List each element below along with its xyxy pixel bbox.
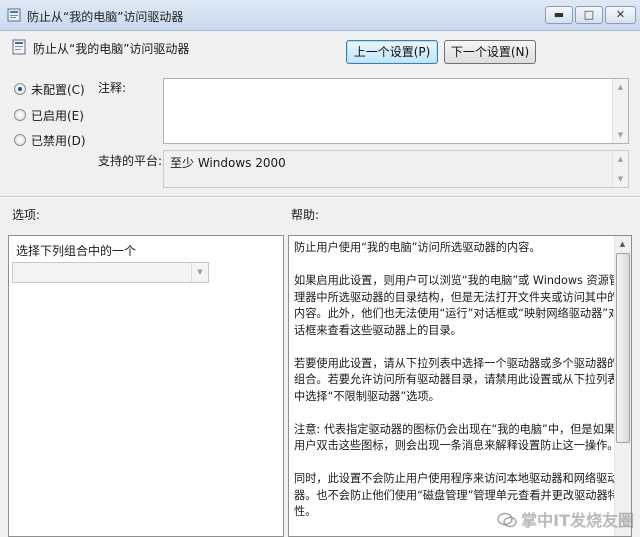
radio-button[interactable] <box>14 134 26 146</box>
radio-enabled[interactable]: 已启用(E) <box>14 107 94 123</box>
help-paragraph: 注意: 代表指定驱动器的图标仍会出现在“我的电脑”中，但是如果用户双击这些图标，… <box>294 422 619 453</box>
radio-not-configured[interactable]: 未配置(C) <box>14 81 94 97</box>
title-bar: 防止从“我的电脑”访问驱动器 ▬ □ ✕ <box>0 0 640 31</box>
close-button[interactable]: ✕ <box>605 6 636 24</box>
radio-label: 已禁用(D) <box>31 134 86 148</box>
help-text: 防止用户使用“我的电脑”访问所选驱动器的内容。 如果启用此设置，则用户可以浏览“… <box>294 240 620 536</box>
chevron-down-icon[interactable]: ▼ <box>191 263 208 282</box>
help-label: 帮助: <box>291 208 320 222</box>
close-icon: ✕ <box>615 8 626 21</box>
maximize-button[interactable]: □ <box>575 6 603 24</box>
maximize-icon: □ <box>583 8 595 21</box>
comment-scrollbar[interactable]: ▲ ▼ <box>612 79 628 143</box>
help-paragraph: 若要使用此设置，请从下拉列表中选择一个驱动器或多个驱动器的组合。若要允许访问所有… <box>294 356 619 403</box>
comment-label: 注释: <box>98 81 127 95</box>
drive-combo-select[interactable]: ▼ <box>12 262 209 283</box>
scroll-thumb[interactable] <box>616 253 630 443</box>
options-label: 选项: <box>12 208 41 222</box>
radio-button[interactable] <box>14 83 26 95</box>
window-title: 防止从“我的电脑”访问驱动器 <box>27 10 184 24</box>
radio-disabled[interactable]: 已禁用(D) <box>14 132 94 148</box>
scroll-up-icon[interactable]: ▲ <box>615 236 630 252</box>
help-paragraph: 如果启用此设置，则用户可以浏览“我的电脑”或 Windows 资源管理器中所选驱… <box>294 274 620 337</box>
minimize-icon: ▬ <box>553 8 565 21</box>
options-panel: 选择下列组合中的一个 ▼ <box>8 235 284 537</box>
scroll-up-icon[interactable]: ▲ <box>613 79 628 95</box>
comment-textarea[interactable]: ▲ ▼ <box>163 78 629 144</box>
help-panel: 防止用户使用“我的电脑”访问所选驱动器的内容。 如果启用此设置，则用户可以浏览“… <box>288 235 632 537</box>
previous-setting-button[interactable]: 上一个设置(P) <box>346 40 438 64</box>
policy-setting-icon <box>12 39 26 55</box>
watermark: 掌中IT发烧友圈 <box>497 507 634 531</box>
next-setting-button[interactable]: 下一个设置(N) <box>444 40 536 64</box>
platform-scrollbar[interactable]: ▲ ▼ <box>612 151 628 187</box>
scroll-down-icon[interactable]: ▼ <box>613 171 628 187</box>
radio-label: 已启用(E) <box>31 109 84 123</box>
setting-name: 防止从“我的电脑”访问驱动器 <box>33 42 190 56</box>
watermark-text: 掌中IT发烧友圈 <box>521 511 634 530</box>
platform-value: 至少 Windows 2000 <box>170 156 286 170</box>
help-scrollbar[interactable]: ▲ <box>614 236 631 536</box>
scroll-down-icon[interactable]: ▼ <box>613 127 628 143</box>
scroll-up-icon[interactable]: ▲ <box>613 151 628 167</box>
minimize-button[interactable]: ▬ <box>545 6 573 24</box>
wechat-icon <box>497 512 517 528</box>
policy-icon <box>7 8 21 22</box>
radio-label: 未配置(C) <box>31 83 85 97</box>
platform-label: 支持的平台: <box>98 154 163 168</box>
options-caption: 选择下列组合中的一个 <box>16 244 137 258</box>
platform-field: 至少 Windows 2000 ▲ ▼ <box>163 150 629 188</box>
radio-button[interactable] <box>14 109 26 121</box>
section-divider <box>0 196 640 198</box>
help-paragraph: 防止用户使用“我的电脑”访问所选驱动器的内容。 <box>294 241 541 254</box>
